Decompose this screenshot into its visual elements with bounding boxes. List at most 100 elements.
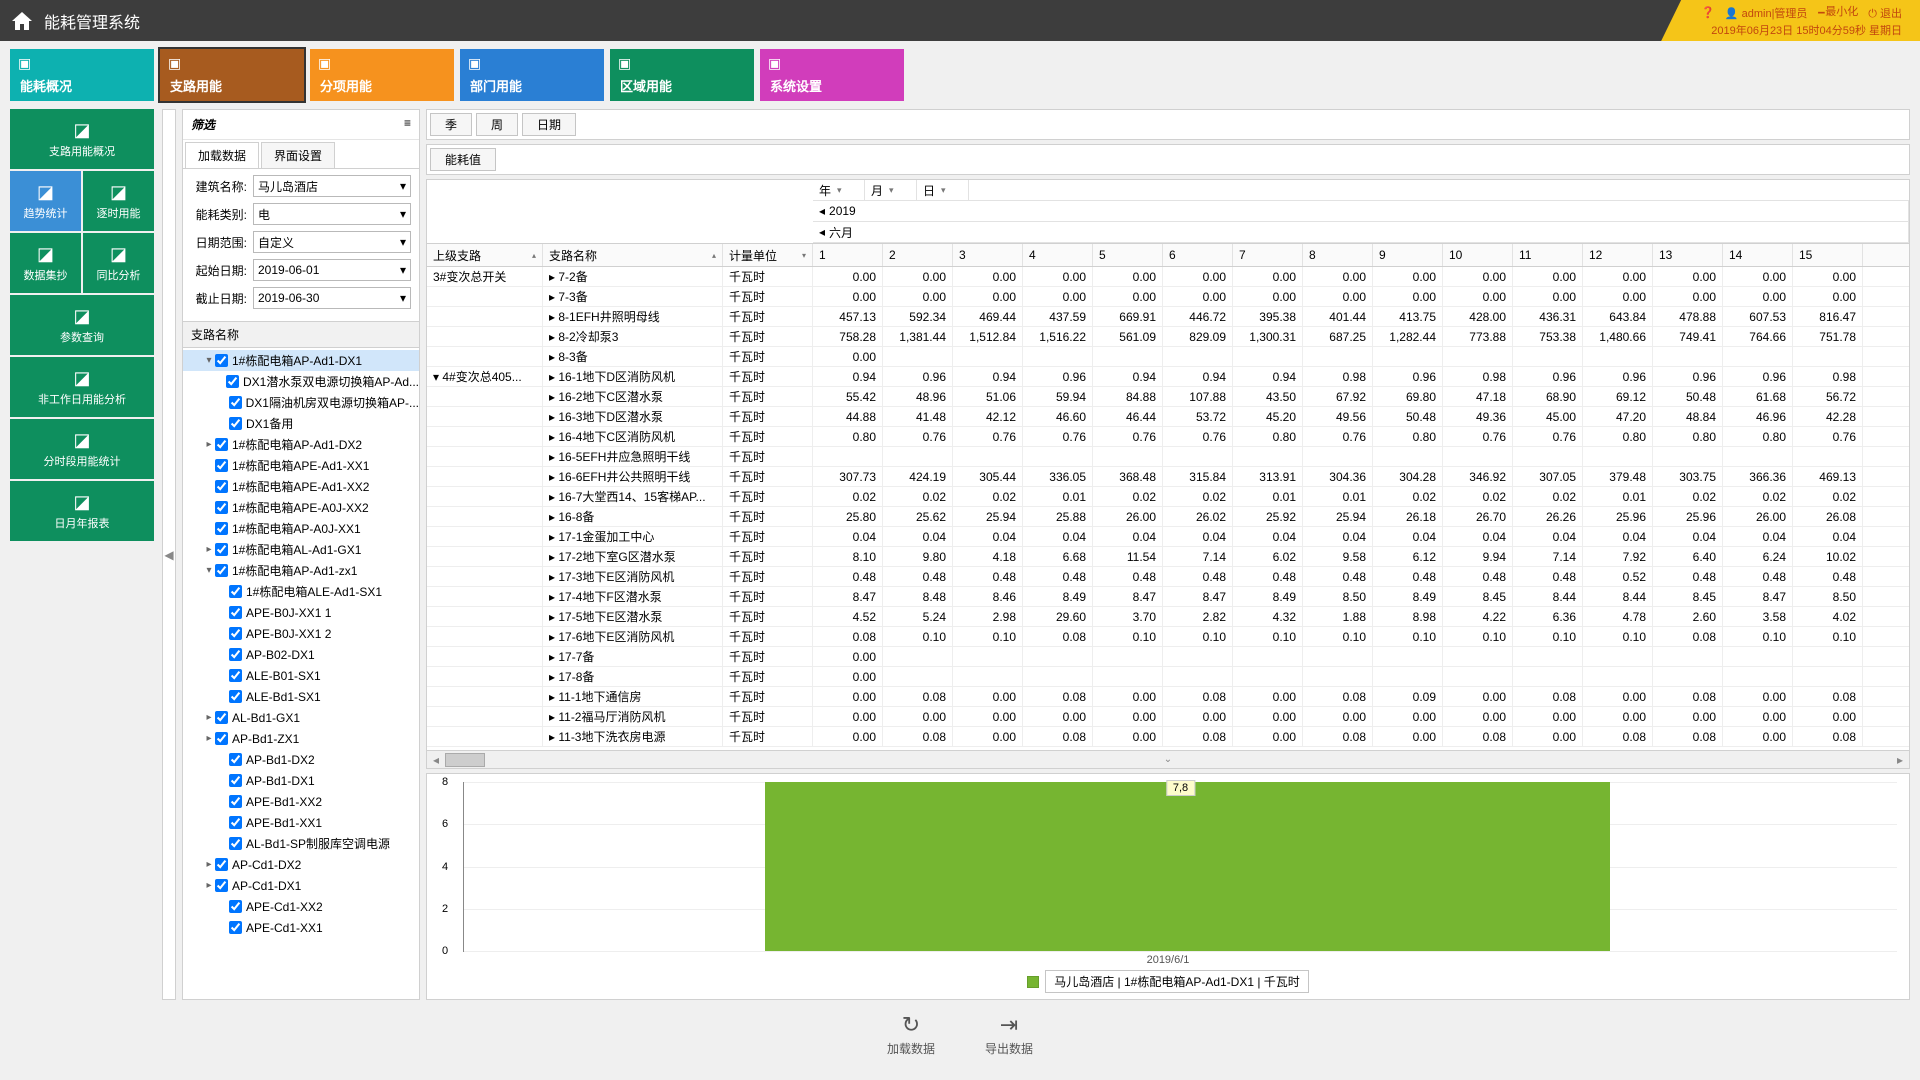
col-day-14[interactable]: 14 <box>1723 244 1793 266</box>
col-day-6[interactable]: 6 <box>1163 244 1233 266</box>
side-支路用能概况[interactable]: ◪支路用能概况 <box>10 109 154 169</box>
col-day-5[interactable]: 5 <box>1093 244 1163 266</box>
filter-tab-界面设置[interactable]: 界面设置 <box>261 142 335 168</box>
tree-node[interactable]: 1#栋配电箱APE-Ad1-XX2 <box>183 476 419 497</box>
col-unit[interactable]: 计量单位▾ <box>723 244 813 266</box>
side-非工作日用能分析[interactable]: ◪非工作日用能分析 <box>10 357 154 417</box>
side-分时段用能统计[interactable]: ◪分时段用能统计 <box>10 419 154 479</box>
tree-node[interactable]: 1#栋配电箱APE-A0J-XX2 <box>183 497 419 518</box>
tree-node[interactable]: ▸AP-Bd1-ZX1 <box>183 728 419 749</box>
filter-tab-加载数据[interactable]: 加载数据 <box>185 142 259 168</box>
table-row[interactable]: ▸ 17-3地下E区消防风机千瓦时0.480.480.480.480.480.4… <box>427 567 1909 587</box>
tree-node[interactable]: ▸1#栋配电箱AP-Ad1-DX2 <box>183 434 419 455</box>
minimize-link[interactable]: 🗕最小化 <box>1817 3 1858 22</box>
tree-node[interactable]: ▾1#栋配电箱AP-Ad1-zx1 <box>183 560 419 581</box>
table-row[interactable]: ▸ 16-3地下D区潜水泵千瓦时44.8841.4842.1246.6046.4… <box>427 407 1909 427</box>
nav-能耗概况[interactable]: ▣能耗概况 <box>10 49 154 101</box>
side-逐时用能[interactable]: ◪逐时用能 <box>83 171 154 231</box>
load-data-button[interactable]: ↻加载数据 <box>887 1012 935 1057</box>
tree-node[interactable]: AP-Bd1-DX1 <box>183 770 419 791</box>
table-row[interactable]: ▾ 4#变次总405...▸ 16-1地下D区消防风机千瓦时0.940.960.… <box>427 367 1909 387</box>
nav-部门用能[interactable]: ▣部门用能 <box>460 49 604 101</box>
day-select[interactable]: 日 <box>917 180 969 200</box>
user-link[interactable]: 👤 admin|管理员 <box>1725 5 1808 21</box>
nav-系统设置[interactable]: ▣系统设置 <box>760 49 904 101</box>
tree-node[interactable]: ALE-Bd1-SX1 <box>183 686 419 707</box>
table-row[interactable]: ▸ 16-7大堂西14、15客梯AP...千瓦时0.020.020.020.01… <box>427 487 1909 507</box>
year-select[interactable]: 年 <box>813 180 865 200</box>
col-day-11[interactable]: 11 <box>1513 244 1583 266</box>
time-tab-日期[interactable]: 日期 <box>522 113 576 136</box>
nav-区域用能[interactable]: ▣区域用能 <box>610 49 754 101</box>
help-icon[interactable]: ❓ <box>1701 6 1715 19</box>
col-name[interactable]: 支路名称▴ <box>543 244 723 266</box>
tree-node[interactable]: 1#栋配电箱AP-A0J-XX1 <box>183 518 419 539</box>
table-row[interactable]: ▸ 16-4地下C区消防风机千瓦时0.800.760.760.760.760.7… <box>427 427 1909 447</box>
tree-node[interactable]: DX1潜水泵双电源切换箱AP-Ad... <box>183 371 419 392</box>
col-day-13[interactable]: 13 <box>1653 244 1723 266</box>
nav-分项用能[interactable]: ▣分项用能 <box>310 49 454 101</box>
energy-type-select[interactable]: 电▾ <box>253 203 411 225</box>
nav-支路用能[interactable]: ▣支路用能 <box>160 49 304 101</box>
table-row[interactable]: ▸ 8-1EFH井照明母线千瓦时457.13592.34469.44437.59… <box>427 307 1909 327</box>
table-row[interactable]: ▸ 17-6地下E区消防风机千瓦时0.080.100.100.080.100.1… <box>427 627 1909 647</box>
tree-node[interactable]: 1#栋配电箱ALE-Ad1-SX1 <box>183 581 419 602</box>
time-tab-周[interactable]: 周 <box>476 113 518 136</box>
time-tab-季[interactable]: 季 <box>430 113 472 136</box>
col-day-1[interactable]: 1 <box>813 244 883 266</box>
table-row[interactable]: ▸ 17-4地下F区潜水泵千瓦时8.478.488.468.498.478.47… <box>427 587 1909 607</box>
tree-node[interactable]: AL-Bd1-SP制服库空调电源 <box>183 833 419 854</box>
grid-body[interactable]: 3#变次总开关▸ 7-2备千瓦时0.000.000.000.000.000.00… <box>427 267 1909 750</box>
col-day-2[interactable]: 2 <box>883 244 953 266</box>
side-趋势统计[interactable]: ◪趋势统计 <box>10 171 81 231</box>
table-row[interactable]: 3#变次总开关▸ 7-2备千瓦时0.000.000.000.000.000.00… <box>427 267 1909 287</box>
tree-node[interactable]: ▸AP-Cd1-DX1 <box>183 875 419 896</box>
export-data-button[interactable]: ⇥导出数据 <box>985 1012 1033 1057</box>
building-select[interactable]: 马儿岛酒店▾ <box>253 175 411 197</box>
table-row[interactable]: ▸ 11-1地下通信房千瓦时0.000.080.000.080.000.080.… <box>427 687 1909 707</box>
table-row[interactable]: ▸ 17-2地下室G区潜水泵千瓦时8.109.804.186.6811.547.… <box>427 547 1909 567</box>
tree-node[interactable]: APE-B0J-XX1 2 <box>183 623 419 644</box>
side-日月年报表[interactable]: ◪日月年报表 <box>10 481 154 541</box>
tree-node[interactable]: ALE-B01-SX1 <box>183 665 419 686</box>
year-value[interactable]: ◂ 2019 <box>813 201 1909 221</box>
table-row[interactable]: ▸ 7-3备千瓦时0.000.000.000.000.000.000.000.0… <box>427 287 1909 307</box>
side-参数查询[interactable]: ◪参数查询 <box>10 295 154 355</box>
collapse-handle[interactable]: ◀ <box>162 109 176 1000</box>
tree-node[interactable]: APE-Bd1-XX1 <box>183 812 419 833</box>
table-row[interactable]: ▸ 11-2福马厅消防风机千瓦时0.000.000.000.000.000.00… <box>427 707 1909 727</box>
tree-node[interactable]: APE-Bd1-XX2 <box>183 791 419 812</box>
table-row[interactable]: ▸ 17-7备千瓦时0.00 <box>427 647 1909 667</box>
col-day-15[interactable]: 15 <box>1793 244 1863 266</box>
col-day-10[interactable]: 10 <box>1443 244 1513 266</box>
grid-hscroll[interactable]: ◂⌄▸ <box>427 750 1909 768</box>
table-row[interactable]: ▸ 8-2冷却泵3千瓦时758.281,381.441,512.841,516.… <box>427 327 1909 347</box>
col-day-12[interactable]: 12 <box>1583 244 1653 266</box>
tree-node[interactable]: APE-Cd1-XX1 <box>183 917 419 938</box>
tree-node[interactable]: ▸1#栋配电箱AL-Ad1-GX1 <box>183 539 419 560</box>
tree-node[interactable]: APE-Cd1-XX2 <box>183 896 419 917</box>
tree-node[interactable]: AP-B02-DX1 <box>183 644 419 665</box>
side-数据集抄[interactable]: ◪数据集抄 <box>10 233 81 293</box>
logout-link[interactable]: ⏻ 退出 <box>1868 5 1902 21</box>
date-range-select[interactable]: 自定义▾ <box>253 231 411 253</box>
col-day-3[interactable]: 3 <box>953 244 1023 266</box>
table-row[interactable]: ▸ 11-3地下洗衣房电源千瓦时0.000.080.000.080.000.08… <box>427 727 1909 747</box>
tree-node[interactable]: ▸AP-Cd1-DX2 <box>183 854 419 875</box>
col-day-8[interactable]: 8 <box>1303 244 1373 266</box>
filter-collapse-icon[interactable]: ≡ <box>404 116 411 133</box>
table-row[interactable]: ▸ 8-3备千瓦时0.00 <box>427 347 1909 367</box>
col-parent[interactable]: 上级支路▴ <box>427 244 543 266</box>
month-value[interactable]: ◂ 六月 <box>813 222 1909 242</box>
col-day-9[interactable]: 9 <box>1373 244 1443 266</box>
tree-node[interactable]: APE-B0J-XX1 1 <box>183 602 419 623</box>
branch-tree[interactable]: ▾1#栋配电箱AP-Ad1-DX1DX1潜水泵双电源切换箱AP-Ad...DX1… <box>183 348 419 999</box>
tree-node[interactable]: AP-Bd1-DX2 <box>183 749 419 770</box>
side-同比分析[interactable]: ◪同比分析 <box>83 233 154 293</box>
tree-node[interactable]: ▾1#栋配电箱AP-Ad1-DX1 <box>183 350 419 371</box>
table-row[interactable]: ▸ 16-8备千瓦时25.8025.6225.9425.8826.0026.02… <box>427 507 1909 527</box>
home-icon[interactable] <box>10 9 34 33</box>
tree-node[interactable]: ▸AL-Bd1-GX1 <box>183 707 419 728</box>
table-row[interactable]: ▸ 16-5EFH井应急照明干线千瓦时 <box>427 447 1909 467</box>
col-day-7[interactable]: 7 <box>1233 244 1303 266</box>
